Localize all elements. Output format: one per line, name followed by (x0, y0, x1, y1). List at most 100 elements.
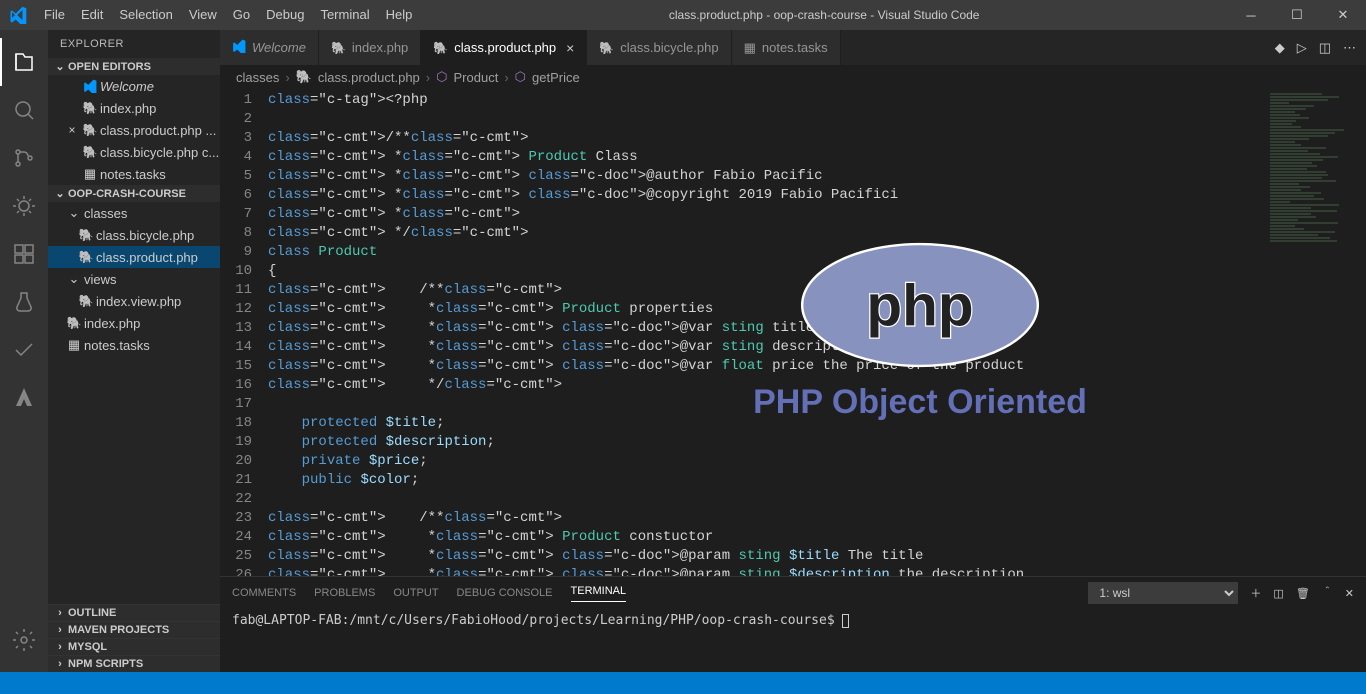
editor-tab[interactable]: Welcome (220, 30, 319, 65)
menu-debug[interactable]: Debug (258, 0, 312, 30)
status-bar[interactable] (0, 672, 1366, 694)
vscode-icon (80, 79, 100, 93)
tree-item[interactable]: 🐘index.php (48, 312, 220, 334)
section-header[interactable]: ›MYSQL (48, 638, 220, 655)
tree-item[interactable]: ⌄classes (48, 202, 220, 224)
breadcrumb-icon: 🐘 (296, 69, 312, 85)
breadcrumb-icon: ⬡ (515, 69, 526, 85)
editor-tab[interactable]: 🐘class.product.php× (421, 30, 587, 65)
menu-help[interactable]: Help (378, 0, 421, 30)
test-icon[interactable] (0, 278, 48, 326)
panel-tab[interactable]: OUTPUT (393, 587, 438, 599)
panel-tab[interactable]: DEBUG CONSOLE (457, 587, 553, 599)
file-label: class.bicycle.php (96, 228, 194, 243)
editor-tab[interactable]: ▦ notes.tasks (732, 30, 841, 65)
section-header[interactable]: ›OUTLINE (48, 604, 220, 621)
file-label: views (84, 272, 117, 287)
breadcrumb-icon: ⬡ (436, 69, 447, 85)
split-editor-icon[interactable]: ◫ (1319, 40, 1331, 56)
search-icon[interactable] (0, 86, 48, 134)
breadcrumb-item[interactable]: class.product.php (318, 70, 420, 85)
close-icon[interactable]: × (64, 123, 80, 137)
menu-file[interactable]: File (36, 0, 73, 30)
tree-item[interactable]: 🐘class.bicycle.php (48, 224, 220, 246)
check-icon[interactable] (0, 326, 48, 374)
code-editor[interactable]: 1234567891011121314151617181920212223242… (220, 89, 1366, 576)
minimize-button[interactable]: ─ (1228, 0, 1274, 30)
menu-bar: File Edit Selection View Go Debug Termin… (36, 0, 420, 30)
explorer-icon[interactable] (0, 38, 48, 86)
close-panel-icon[interactable]: ✕ (1345, 587, 1354, 600)
editor-tab[interactable]: 🐘class.bicycle.php (587, 30, 731, 65)
maximize-button[interactable]: ☐ (1274, 0, 1320, 30)
tree-item[interactable]: 🐘class.product.php (48, 246, 220, 268)
maximize-panel-icon[interactable]: ＾ (1322, 585, 1333, 601)
tree-item[interactable]: ▦notes.tasks (48, 334, 220, 356)
file-label: index.php (84, 316, 140, 331)
open-editors-header[interactable]: ⌄OPEN EDITORS (48, 58, 220, 75)
new-terminal-icon[interactable]: ＋ (1250, 585, 1261, 601)
close-tab-icon[interactable]: × (566, 40, 574, 56)
menu-view[interactable]: View (181, 0, 225, 30)
title-bar: File Edit Selection View Go Debug Termin… (0, 0, 1366, 30)
project-header[interactable]: ⌄OOP-CRASH-COURSE (48, 185, 220, 202)
section-header[interactable]: ›NPM SCRIPTS (48, 655, 220, 672)
tab-label: index.php (352, 40, 408, 55)
editor-tab[interactable]: 🐘index.php (319, 30, 421, 65)
more-icon[interactable]: ⋯ (1343, 40, 1356, 56)
file-label: class.product.php (96, 250, 198, 265)
open-editor-item[interactable]: Welcome (48, 75, 220, 97)
breadcrumb-item[interactable]: classes (236, 70, 279, 85)
tree-item[interactable]: 🐘index.view.php (48, 290, 220, 312)
tree-item[interactable]: ⌄views (48, 268, 220, 290)
open-editor-item[interactable]: 🐘class.bicycle.php c... (48, 141, 220, 163)
debug-icon[interactable] (0, 182, 48, 230)
split-terminal-icon[interactable]: ◫ (1273, 587, 1283, 600)
settings-gear-icon[interactable] (0, 616, 48, 664)
extensions-icon[interactable] (0, 230, 48, 278)
bottom-panel: COMMENTS PROBLEMS OUTPUT DEBUG CONSOLE TERMI… (220, 576, 1366, 672)
menu-terminal[interactable]: Terminal (312, 0, 377, 30)
close-button[interactable]: ✕ (1320, 0, 1366, 30)
tab-label: class.product.php (454, 40, 556, 55)
compare-icon[interactable]: ◆ (1275, 40, 1285, 56)
menu-edit[interactable]: Edit (73, 0, 111, 30)
terminal-selector[interactable]: 1: wsl (1088, 582, 1238, 604)
file-label: class.product.php ... (100, 123, 216, 138)
window-title: class.product.php - oop-crash-course - V… (420, 8, 1228, 22)
azure-icon[interactable] (0, 374, 48, 422)
php-file-icon: 🐘 (80, 101, 100, 115)
php-file-icon: 🐘 (76, 250, 96, 264)
open-editor-item[interactable]: 🐘index.php (48, 97, 220, 119)
php-file-icon: 🐘 (80, 123, 100, 137)
folder-icon: ⌄ (64, 271, 84, 287)
php-file-icon: 🐘 (76, 228, 96, 242)
editor-area: Welcome 🐘index.php 🐘 class.product.php × 🐘cla… (220, 30, 1366, 672)
panel-tab[interactable]: TERMINAL (571, 585, 627, 602)
activity-bar (0, 30, 48, 672)
folder-icon: ⌄ (64, 205, 84, 221)
source-control-icon[interactable] (0, 134, 48, 182)
tab-label: class.bicycle.php (620, 40, 718, 55)
tab-label: notes.tasks (762, 40, 828, 55)
breadcrumb-item[interactable]: getPrice (532, 70, 580, 85)
file-label: notes.tasks (84, 338, 150, 353)
section-header[interactable]: ›MAVEN PROJECTS (48, 621, 220, 638)
breadcrumbs[interactable]: classes›🐘class.product.php›⬡Product›⬡get… (220, 65, 1366, 89)
tab-label: Welcome (252, 40, 306, 55)
open-editor-item[interactable]: ×🐘class.product.php ... (48, 119, 220, 141)
breadcrumb-item[interactable]: Product (454, 70, 499, 85)
file-label: index.php (100, 101, 156, 116)
notes-file-icon: ▦ (744, 40, 756, 56)
menu-go[interactable]: Go (225, 0, 258, 30)
panel-tab[interactable]: COMMENTS (232, 587, 296, 599)
terminal[interactable]: fab@LAPTOP-FAB:/mnt/c/Users/FabioHood/pr… (220, 609, 1366, 672)
trash-icon[interactable]: 🗑 (1296, 587, 1310, 600)
vscode-logo-icon (0, 6, 36, 24)
run-icon[interactable]: ▷ (1297, 40, 1307, 56)
php-file-icon: 🐘 (76, 294, 96, 308)
menu-selection[interactable]: Selection (111, 0, 180, 30)
panel-tab[interactable]: PROBLEMS (314, 587, 375, 599)
open-editor-item[interactable]: ▦notes.tasks (48, 163, 220, 185)
file-label: Welcome (100, 79, 154, 94)
